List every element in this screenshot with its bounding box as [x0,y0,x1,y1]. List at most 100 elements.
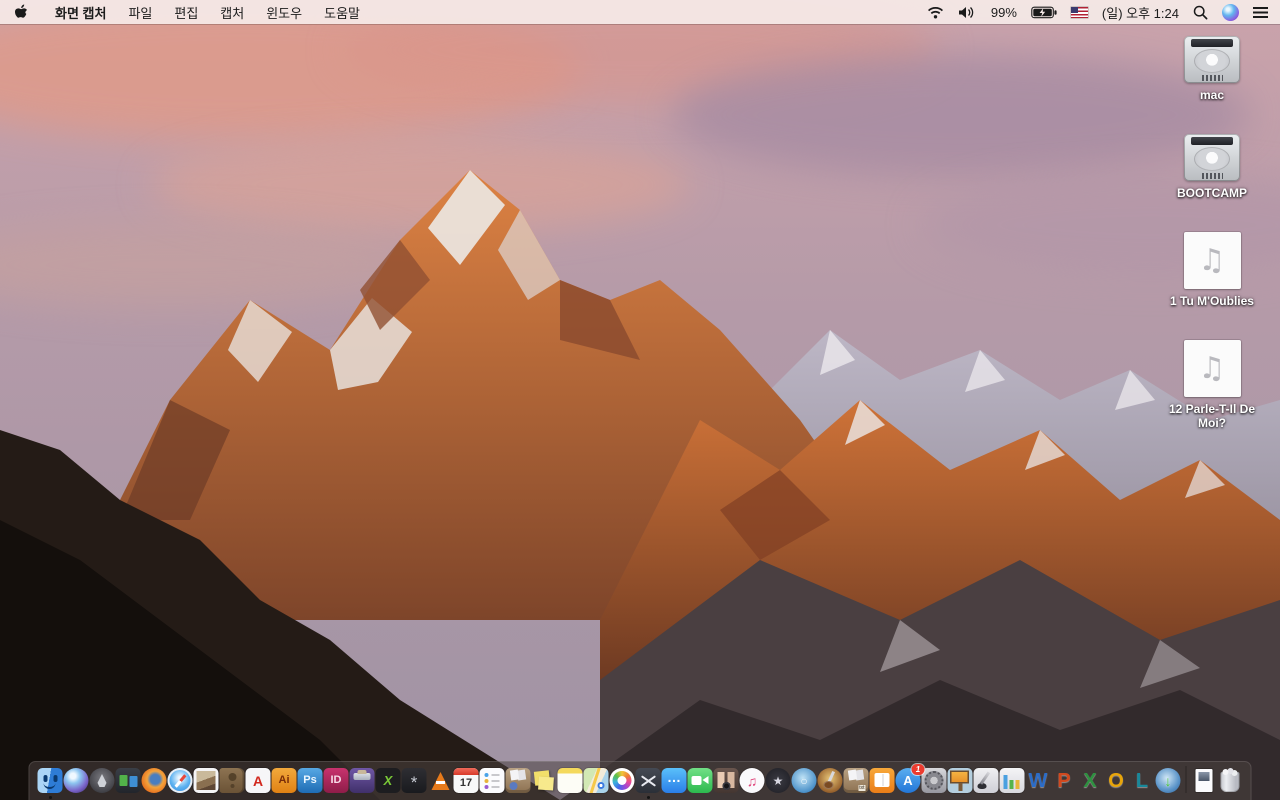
menu-bar-left: 화면 캡처 파일 편집 캡처 윈도우 도움말 [0,3,371,22]
indesign-dock-icon[interactable]: ID [323,768,349,793]
menu-bar-status: 99% (일) 오후 1:24 [927,3,1280,22]
imovie-dock-icon[interactable]: ★ [765,768,791,793]
itunes-dock-icon[interactable]: ♫ [739,768,765,793]
toast-titanium-dock-icon[interactable] [349,768,375,793]
launchpad-dock-icon[interactable] [89,768,115,793]
outlook-dock-icon[interactable]: O [1104,768,1129,793]
system-preferences-dock-icon[interactable] [921,768,947,793]
illustrator-dock-icon[interactable]: Ai [271,768,297,793]
active-app-menu[interactable]: 화면 캡처 [44,3,117,22]
xee-glyph: X [383,773,393,788]
music-file-icon: ♫ [1183,232,1241,289]
idvd-glyph: ○ [800,773,808,788]
acrobat-reader-dock-icon[interactable]: A [245,768,271,793]
illustrator-glyph: Ai [278,774,290,786]
excel-glyph: X [1083,769,1097,792]
desktop-icon-label: 12 Parle-T-Il De Moi? [1168,402,1256,430]
app-store-dock-icon[interactable]: A1 [895,764,925,793]
reminders-dock-icon[interactable] [479,768,505,793]
desktop-icon-label: BOOTCAMP [1177,186,1247,200]
apple-menu[interactable] [0,4,44,21]
notification-center-icon[interactable] [1253,6,1268,18]
mission-control-dock-icon[interactable] [115,768,141,793]
wifi-icon[interactable] [927,6,944,19]
menu-items: 파일 편집 캡처 윈도우 도움말 [117,3,371,22]
volume-bootcamp[interactable]: BOOTCAMP [1156,134,1268,200]
desktop-icons: mac BOOTCAMP ♫ 1 Tu M'Oublies ♫ 12 Parle-T-Il… [1156,36,1268,462]
itunes-glyph: ♫ [746,772,758,789]
audio-file-2[interactable]: ♫ 12 Parle-T-Il De Moi? [1156,340,1268,430]
contacts-dock-icon[interactable] [219,768,245,793]
vlc-dock-icon[interactable] [428,768,453,793]
downloader-dock-icon[interactable]: ↓ [1155,768,1181,793]
desktop-icon-label: 1 Tu M'Oublies [1170,294,1254,308]
word-glyph: W [1028,769,1048,792]
menu-item-0[interactable]: 파일 [117,3,163,22]
xee-dock-icon[interactable]: X [375,768,401,793]
facetime-dock-icon[interactable] [687,768,713,793]
photoshop-glyph: Ps [303,774,317,786]
dock: AAiPsIDX*17…♫★○A1WPXOL↓ [28,761,1252,800]
numbers-dock-icon[interactable] [999,768,1025,793]
document-file-dock-icon[interactable] [1192,768,1217,793]
lync-glyph: L [1135,769,1149,792]
finder-running-indicator [48,796,52,799]
preview-dock-icon[interactable] [193,768,219,793]
safari-dock-icon[interactable] [167,768,193,793]
calendar-glyph: 17 [459,777,473,789]
audio-file-1[interactable]: ♫ 1 Tu M'Oublies [1156,232,1268,308]
volume-icon[interactable] [958,6,977,19]
screen-capture-grab-dock-icon[interactable] [635,768,661,799]
desktop-icon-label: mac [1199,88,1225,102]
app-store-glyph: A [903,773,913,788]
stickies-dock-icon[interactable] [532,768,557,793]
excel-dock-icon[interactable]: X [1078,768,1103,793]
photos-dock-icon[interactable] [609,768,635,793]
word-dock-icon[interactable]: W [1026,768,1051,793]
screen-capture-grab-running-indicator [646,796,650,799]
music-note-icon: ♫ [1198,350,1226,386]
photoshop-dock-icon[interactable]: Ps [297,768,323,793]
firefox-dock-icon[interactable] [141,768,167,793]
lync-dock-icon[interactable]: L [1130,768,1155,793]
fan-utility-dock-icon[interactable]: * [401,768,427,793]
fan-utility-glyph: * [410,773,418,792]
volume-mac[interactable]: mac [1156,36,1268,102]
app-store-badge: 1 [911,764,925,775]
menu-item-3[interactable]: 윈도우 [255,3,313,22]
pages-dock-icon[interactable] [973,768,999,793]
keynote-dock-icon[interactable] [947,768,973,793]
powerpoint-dock-icon[interactable]: P [1052,768,1077,793]
menu-bar-clock[interactable]: (일) 오후 1:24 [1102,3,1179,22]
unarchiver-dock-icon[interactable] [843,768,869,793]
input-source-flag-icon[interactable] [1070,6,1088,18]
maps-dock-icon[interactable] [583,768,609,793]
garageband-dock-icon[interactable] [817,768,843,793]
acrobat-reader-glyph: A [252,772,264,789]
outlook-glyph: O [1108,769,1124,792]
music-note-icon: ♫ [1198,242,1226,278]
music-file-icon: ♫ [1183,340,1241,397]
finder-dock-icon[interactable] [37,768,63,799]
messages-dock-icon[interactable]: … [661,768,687,793]
siri-icon[interactable] [1222,3,1239,21]
trash-full-dock-icon[interactable] [1218,768,1243,793]
downloader-glyph: ↓ [1164,772,1172,789]
idvd-dock-icon[interactable]: ○ [791,768,817,793]
notes-dock-icon[interactable] [557,768,583,793]
battery-charging-icon[interactable] [1031,6,1057,19]
apple-logo-icon [15,4,27,18]
siri-dock-icon[interactable] [63,768,89,793]
archive-box-dock-icon[interactable] [505,768,531,793]
ibooks-dock-icon[interactable] [869,768,895,793]
calendar-dock-icon[interactable]: 17 [453,768,479,793]
menu-item-4[interactable]: 도움말 [313,3,371,22]
menu-bar: 화면 캡처 파일 편집 캡처 윈도우 도움말 99% (일) 오후 1:24 [0,0,1280,24]
photo-booth-dock-icon[interactable] [713,768,739,793]
battery-percent[interactable]: 99% [991,5,1017,20]
menu-item-2[interactable]: 캡처 [209,3,255,22]
spotlight-search-icon[interactable] [1193,5,1208,20]
menu-item-1[interactable]: 편집 [163,3,209,22]
harddrive-icon [1184,134,1240,181]
powerpoint-glyph: P [1057,769,1071,792]
